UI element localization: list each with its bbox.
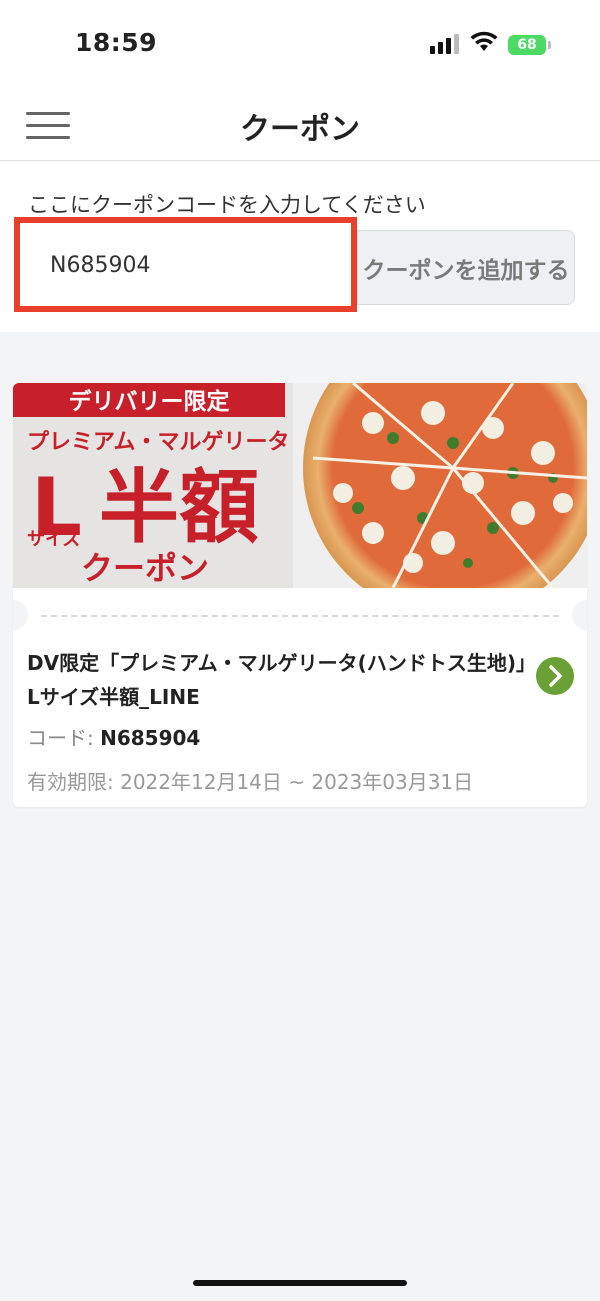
status-bar: 18:59 68 bbox=[0, 0, 600, 90]
coupon-code-input[interactable] bbox=[30, 233, 340, 297]
page-title: クーポン bbox=[240, 112, 360, 147]
chevron-right-icon[interactable] bbox=[536, 657, 574, 695]
ticket-notch-right bbox=[572, 600, 587, 630]
coupon-code-label: ここにクーポンコードを入力してください bbox=[28, 193, 426, 217]
cellular-signal-icon bbox=[430, 34, 459, 54]
coupon-title: DV限定「プレミアム・マルゲリータ(ハンドトス生地)」Lサイズ半額_LINE bbox=[27, 651, 526, 709]
coupon-validity: 有効期限: 2022年12月14日 ~ 2023年03月31日 bbox=[27, 770, 474, 794]
coupon-code-label: コード: bbox=[27, 726, 101, 750]
app-header: クーポン bbox=[0, 90, 600, 161]
battery-level: 68 bbox=[517, 37, 537, 53]
ticket-notch-left bbox=[13, 600, 28, 630]
coupon-code-line: コード: N685904 bbox=[27, 722, 200, 751]
battery-icon: 68 bbox=[508, 35, 546, 55]
banner-product-text: プレミアム・マルゲリータ bbox=[27, 430, 289, 455]
coupon-card[interactable]: デリバリー限定 プレミアム・マルゲリータ L 半額 サイズ クーポン DV限定「… bbox=[13, 383, 587, 807]
coupon-banner-image[interactable]: デリバリー限定 プレミアム・マルゲリータ L 半額 サイズ クーポン bbox=[13, 383, 587, 588]
home-indicator bbox=[193, 1280, 407, 1286]
status-time: 18:59 bbox=[75, 28, 158, 57]
banner-ribbon-text: デリバリー限定 bbox=[69, 388, 230, 415]
banner-half-price-text: 半額 bbox=[99, 461, 259, 554]
ticket-perforation bbox=[41, 615, 559, 617]
banner-coupon-text: クーポン bbox=[81, 549, 209, 587]
add-coupon-button[interactable]: クーポンを追加する bbox=[357, 230, 575, 305]
coupon-code-value: N685904 bbox=[100, 726, 201, 750]
battery-cap bbox=[548, 41, 551, 49]
banner-size-text: サイズ bbox=[27, 528, 80, 550]
wifi-icon bbox=[470, 31, 498, 51]
